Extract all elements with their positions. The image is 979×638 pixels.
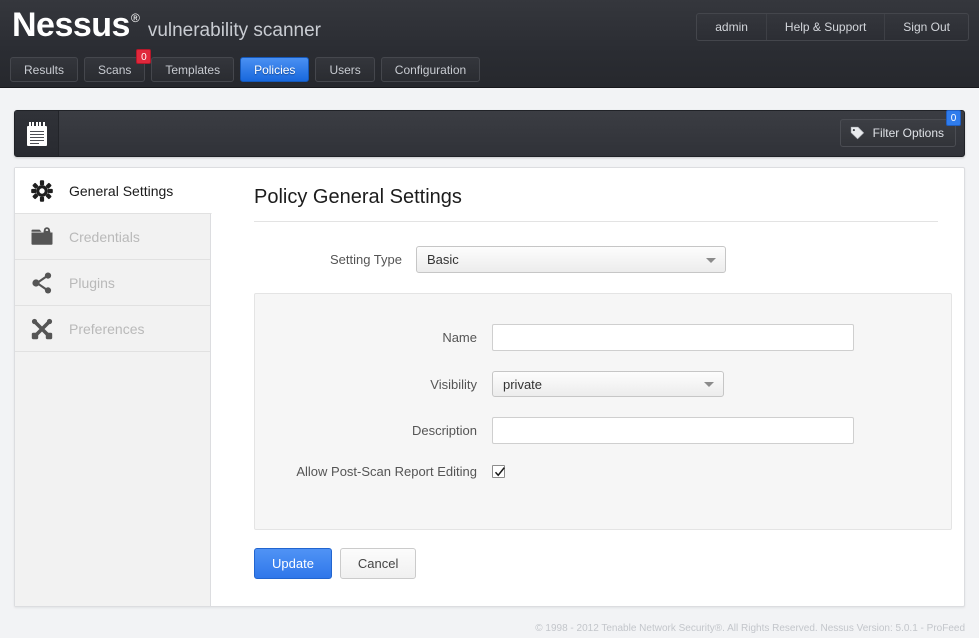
nav-tab-policies[interactable]: Policies	[240, 57, 310, 82]
cancel-button[interactable]: Cancel	[339, 548, 417, 579]
description-label: Description	[411, 423, 477, 438]
setting-type-value: Basic	[427, 252, 459, 267]
chevron-down-icon	[704, 382, 714, 387]
logo-registered-mark: ®	[130, 11, 140, 25]
nav-tab-policies-label: Policies	[254, 62, 296, 77]
nav-tab-scans[interactable]: Scans 0	[84, 49, 152, 82]
app-header: Nessus ® vulnerability scanner admin Hel…	[0, 0, 979, 88]
policy-toolbar: Filter Options 0	[14, 110, 965, 157]
tools-icon	[29, 316, 55, 342]
sidebar-item-preferences[interactable]: Preferences	[15, 306, 210, 352]
filter-count-badge: 0	[946, 110, 961, 126]
scans-count-badge: 0	[136, 49, 152, 64]
sidebar-item-credentials[interactable]: Credentials	[15, 214, 210, 260]
allow-post-scan-row: Allow Post-Scan Report Editing	[255, 464, 951, 479]
form-actions: Update Cancel	[254, 548, 938, 579]
setting-type-label: Setting Type	[329, 252, 402, 267]
nav-tab-results-label: Results	[24, 62, 65, 77]
description-input[interactable]	[492, 417, 854, 444]
gear-icon	[29, 178, 55, 204]
description-row: Description	[255, 417, 951, 444]
setting-type-row: Setting Type Basic	[254, 246, 938, 273]
filter-options-label: Filter Options	[872, 126, 944, 140]
policy-list-button[interactable]	[15, 111, 59, 156]
footer-copyright: © 1998 - 2012 Tenable Network Security®.…	[535, 623, 965, 634]
update-button[interactable]: Update	[254, 548, 332, 579]
visibility-select[interactable]: private	[492, 371, 724, 397]
logo-tagline: vulnerability scanner	[147, 20, 322, 41]
sidebar-item-plugins-label: Plugins	[69, 274, 115, 291]
name-row: Name	[255, 324, 951, 351]
policy-sidebar: General Settings Credentials Plugins Pre…	[15, 168, 212, 606]
main-navigation: Results Scans 0 Templates Policies Users…	[10, 49, 481, 82]
allow-post-scan-checkbox[interactable]	[492, 465, 505, 478]
sidebar-item-general-settings-label: General Settings	[69, 182, 174, 199]
chevron-down-icon	[706, 257, 716, 263]
setting-type-select[interactable]: Basic	[416, 246, 726, 273]
tag-icon	[850, 126, 865, 140]
policy-content: Policy General Settings Setting Type Bas…	[212, 168, 964, 606]
nav-tab-scans-label: Scans	[98, 62, 132, 77]
nav-tab-configuration-label: Configuration	[394, 62, 467, 77]
visibility-value: private	[503, 376, 543, 392]
visibility-row: Visibility private	[255, 371, 951, 397]
sidebar-item-preferences-label: Preferences	[69, 320, 145, 337]
policy-panel: General Settings Credentials Plugins Pre…	[14, 167, 965, 607]
policy-fields-box: Name Visibility private Description Allo…	[254, 293, 952, 530]
nav-tab-configuration[interactable]: Configuration	[380, 57, 481, 82]
app-logo: Nessus ® vulnerability scanner	[12, 8, 321, 42]
sidebar-item-credentials-label: Credentials	[69, 228, 140, 245]
nav-tab-users[interactable]: Users	[315, 57, 375, 82]
filter-options-button[interactable]: Filter Options 0	[839, 110, 961, 147]
nav-tab-users-label: Users	[329, 62, 361, 77]
nav-tab-results[interactable]: Results	[10, 57, 79, 82]
account-link-admin[interactable]: admin	[697, 14, 767, 40]
notepad-icon	[26, 121, 47, 146]
sidebar-item-plugins[interactable]: Plugins	[15, 260, 210, 306]
name-label: Name	[442, 330, 477, 345]
name-input[interactable]	[492, 324, 854, 351]
account-links: admin Help & Support Sign Out	[696, 13, 969, 41]
sidebar-item-general-settings[interactable]: General Settings	[15, 168, 212, 214]
page-title: Policy General Settings	[254, 186, 938, 222]
folder-lock-icon	[29, 224, 55, 250]
share-nodes-icon	[29, 270, 55, 296]
allow-post-scan-label: Allow Post-Scan Report Editing	[296, 464, 477, 479]
visibility-label: Visibility	[430, 376, 477, 392]
account-link-sign-out[interactable]: Sign Out	[885, 14, 968, 40]
checkmark-icon	[494, 467, 505, 477]
nav-tab-templates[interactable]: Templates	[151, 57, 235, 82]
logo-wordmark: Nessus	[12, 6, 130, 44]
nav-tab-templates-label: Templates	[165, 62, 221, 77]
account-link-help-support[interactable]: Help & Support	[767, 14, 886, 40]
